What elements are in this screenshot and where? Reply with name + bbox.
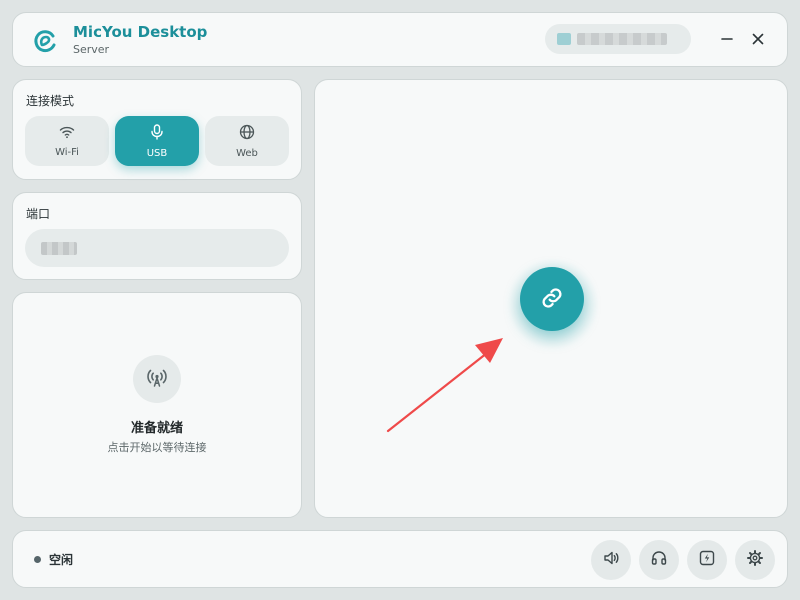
settings-button[interactable] bbox=[735, 540, 775, 580]
micyou-logo-icon bbox=[31, 27, 59, 55]
status-card: 准备就绪 点击开始以等待连接 bbox=[12, 292, 302, 518]
ip-address-badge bbox=[545, 24, 691, 54]
mode-wifi-label: Wi-Fi bbox=[55, 146, 79, 158]
status-title: 准备就绪 bbox=[130, 421, 183, 436]
mode-usb-label: USB bbox=[146, 147, 168, 159]
app-title: MicYou Desktop bbox=[73, 23, 208, 41]
globe-icon bbox=[239, 124, 255, 148]
port-label: 端口 bbox=[26, 207, 51, 221]
connection-mode-card: 连接模式 Wi-Fi USB Web bbox=[12, 79, 302, 180]
mode-usb-button[interactable]: USB bbox=[115, 116, 199, 166]
headphones-button[interactable] bbox=[639, 540, 679, 580]
footer-bar: 空闲 bbox=[12, 530, 788, 588]
activity-icon bbox=[698, 549, 716, 571]
wifi-icon bbox=[59, 125, 75, 147]
mode-web-label: Web bbox=[236, 147, 258, 159]
volume-icon bbox=[602, 549, 620, 571]
headphones-icon bbox=[650, 549, 668, 571]
minimize-icon bbox=[720, 31, 734, 50]
status-icon-badge bbox=[133, 355, 181, 403]
port-card: 端口 bbox=[12, 192, 302, 280]
mode-web-button[interactable]: Web bbox=[205, 116, 289, 166]
close-icon bbox=[751, 31, 765, 50]
status-hint: 点击开始以等待连接 bbox=[107, 441, 207, 454]
port-input[interactable] bbox=[25, 229, 289, 267]
header-bar: MicYou Desktop Server bbox=[12, 12, 788, 67]
app-subtitle: Server bbox=[73, 43, 110, 56]
activity-button[interactable] bbox=[687, 540, 727, 580]
main-panel bbox=[314, 79, 788, 518]
minimize-button[interactable] bbox=[715, 28, 739, 52]
volume-button[interactable] bbox=[591, 540, 631, 580]
connection-mode-label: 连接模式 bbox=[26, 94, 75, 108]
mode-wifi-button[interactable]: Wi-Fi bbox=[25, 116, 109, 166]
link-icon bbox=[538, 284, 566, 315]
microphone-icon bbox=[150, 123, 164, 148]
gear-icon bbox=[746, 549, 764, 571]
redacted-block bbox=[557, 33, 571, 45]
status-text: 空闲 bbox=[49, 553, 74, 567]
status-dot bbox=[34, 556, 41, 563]
redacted-block bbox=[577, 33, 667, 45]
connect-button[interactable] bbox=[520, 267, 584, 331]
antenna-icon bbox=[145, 365, 169, 393]
close-button[interactable] bbox=[746, 28, 770, 52]
